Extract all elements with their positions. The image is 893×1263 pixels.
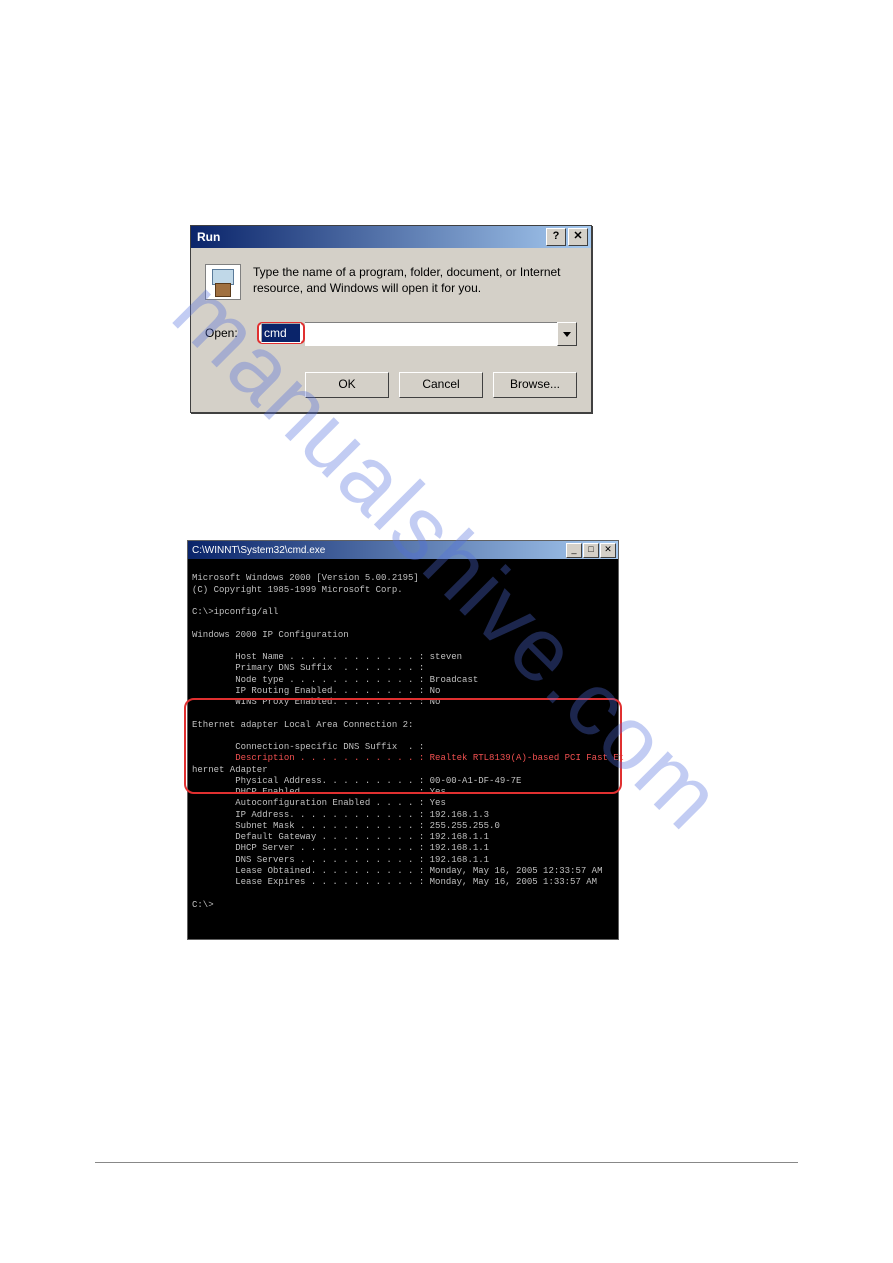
- close-icon[interactable]: ✕: [568, 228, 588, 246]
- cancel-button[interactable]: Cancel: [399, 372, 483, 398]
- close-icon[interactable]: ✕: [600, 543, 616, 558]
- cmd-line: C:\>: [192, 900, 214, 910]
- cmd-line: Microsoft Windows 2000 [Version 5.00.219…: [192, 573, 419, 583]
- cmd-title: C:\WINNT\System32\cmd.exe: [192, 545, 325, 556]
- maximize-icon[interactable]: □: [583, 543, 599, 558]
- cmd-line: Physical Address. . . . . . . . . : 00-0…: [192, 776, 521, 786]
- cmd-output: Microsoft Windows 2000 [Version 5.00.219…: [188, 559, 618, 939]
- cmd-line: Lease Obtained. . . . . . . . . . : Mond…: [192, 866, 602, 876]
- cmd-line: Windows 2000 IP Configuration: [192, 630, 349, 640]
- cmd-line: DNS Servers . . . . . . . . . . . : 192.…: [192, 855, 489, 865]
- open-input[interactable]: [261, 323, 301, 343]
- browse-button[interactable]: Browse...: [493, 372, 577, 398]
- cmd-line: Subnet Mask . . . . . . . . . . . : 255.…: [192, 821, 500, 831]
- cmd-line: IP Routing Enabled. . . . . . . . : No: [192, 686, 440, 696]
- cmd-line: C:\>ipconfig/all: [192, 607, 278, 617]
- cmd-line: hernet Adapter: [192, 765, 268, 775]
- run-dialog: Run ? ✕ Type the name of a program, fold…: [190, 225, 592, 413]
- open-input-highlight: [257, 322, 305, 344]
- cmd-line: Node type . . . . . . . . . . . . : Broa…: [192, 675, 478, 685]
- run-title: Run: [197, 230, 220, 244]
- cmd-titlebar: C:\WINNT\System32\cmd.exe _ □ ✕: [188, 541, 618, 559]
- run-titlebar: Run ? ✕: [191, 226, 591, 248]
- cmd-line: WINS Proxy Enabled. . . . . . . . : No: [192, 697, 440, 707]
- open-combo-field[interactable]: [305, 322, 557, 346]
- cmd-line: Default Gateway . . . . . . . . . : 192.…: [192, 832, 489, 842]
- cmd-line: Connection-specific DNS Suffix . :: [192, 742, 424, 752]
- footer-divider: [95, 1162, 798, 1163]
- cmd-line: Primary DNS Suffix . . . . . . . :: [192, 663, 424, 673]
- cmd-line: Ethernet adapter Local Area Connection 2…: [192, 720, 413, 730]
- run-description: Type the name of a program, folder, docu…: [253, 264, 577, 300]
- cmd-line: Host Name . . . . . . . . . . . . : stev…: [192, 652, 462, 662]
- minimize-icon[interactable]: _: [566, 543, 582, 558]
- help-icon[interactable]: ?: [546, 228, 566, 246]
- cmd-line: DHCP Enabled. . . . . . . . . . . : Yes: [192, 787, 446, 797]
- ok-button[interactable]: OK: [305, 372, 389, 398]
- cmd-line: Autoconfiguration Enabled . . . . : Yes: [192, 798, 446, 808]
- open-label: Open:: [205, 326, 247, 340]
- run-app-icon: [205, 264, 241, 300]
- cmd-window: C:\WINNT\System32\cmd.exe _ □ ✕ Microsof…: [187, 540, 619, 940]
- cmd-line: Lease Expires . . . . . . . . . . : Mond…: [192, 877, 597, 887]
- cmd-line: DHCP Server . . . . . . . . . . . : 192.…: [192, 843, 489, 853]
- chevron-down-icon[interactable]: [557, 322, 577, 346]
- cmd-line: Description . . . . . . . . . . . : Real…: [192, 753, 624, 763]
- cmd-line: (C) Copyright 1985-1999 Microsoft Corp.: [192, 585, 403, 595]
- cmd-line: IP Address. . . . . . . . . . . . : 192.…: [192, 810, 489, 820]
